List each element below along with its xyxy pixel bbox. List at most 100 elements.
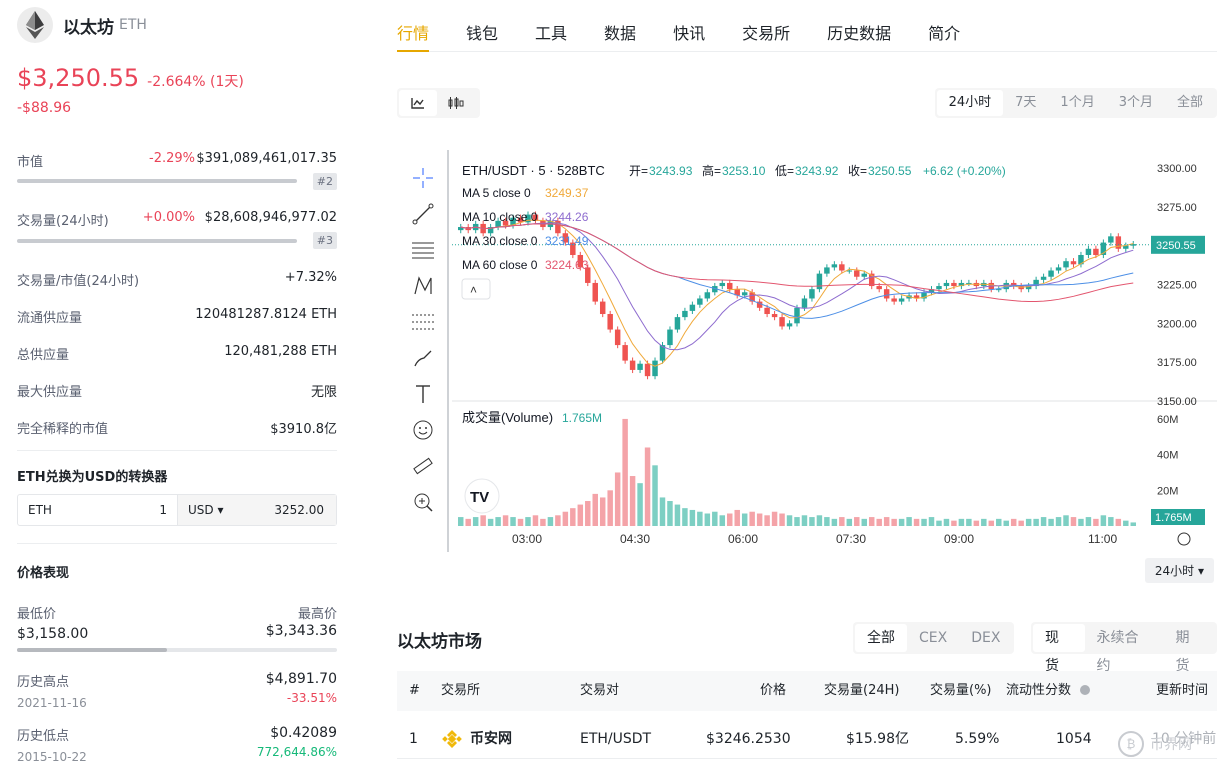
max-supply-value: 无限 [310,385,337,400]
col-volume[interactable]: 交易量(24H) [824,671,899,711]
total-supply-value: 120,481,288 ETH [224,344,337,359]
volume-bar [1130,522,1136,526]
volume-bar [547,517,554,526]
row-volume: $15.98亿 [846,731,909,747]
circ-supply-label: 流通供应量 [17,311,83,326]
performance-period-select[interactable]: 24小时 ▾ [1144,558,1214,583]
period-switch: 24小时 7天 1个月 3个月 全部 [934,88,1217,118]
volume-label: 交易量(24小时) [17,214,109,229]
converter-from[interactable]: ETH 1 [18,495,178,525]
tab-data[interactable]: 数据 [604,0,636,51]
candle [1085,248,1092,255]
volume-bar [749,511,755,526]
settings-icon [1177,532,1191,546]
volume-bar [883,517,890,526]
volume-bar [1048,518,1054,526]
high-label: 最高价 [297,607,337,622]
volume-bar [644,447,651,526]
volume-bar [1018,520,1024,526]
ohlc-value: 3243.93 [649,164,693,178]
ohlc-value: 3243.92 [795,164,839,178]
divider [17,543,337,544]
volume-bar [831,518,838,526]
tab-tools[interactable]: 工具 [535,0,567,51]
tab-exchanges[interactable]: 交易所 [742,0,790,51]
candle [1055,267,1062,271]
filter-dex[interactable]: DEX [959,624,1012,652]
converter: ETH 1 USD ▾ 3252.00 [17,494,337,526]
candle [1108,236,1114,243]
volume-pct: +0.00% [142,210,195,225]
candle [637,363,643,370]
circ-supply-value: 120481287.8124 ETH [195,307,337,322]
atl-pct: 772,644.86% [256,745,337,759]
col-liquidity[interactable]: 流动性分数 [1006,671,1071,711]
period-3m[interactable]: 3个月 [1107,90,1165,116]
tab-market[interactable]: 行情 [397,0,430,52]
volume-bar [981,518,987,526]
filter-all[interactable]: 全部 [855,624,907,652]
candle [629,360,636,370]
period-7d[interactable]: 7天 [1003,90,1048,116]
row-vol-pct: 5.59% [955,731,1000,747]
tab-intro[interactable]: 简介 [928,0,960,51]
tab-wallet[interactable]: 钱包 [466,0,498,51]
candlestick-chart-icon[interactable] [437,90,475,116]
col-price[interactable]: 价格 [760,671,786,711]
period-all[interactable]: 全部 [1165,90,1215,116]
candle [876,286,882,290]
volume-bar [472,517,479,526]
tab-news[interactable]: 快讯 [673,0,705,51]
candle [697,298,703,305]
volume-value: 1.765M [562,411,602,425]
converter-to-currency-select[interactable]: USD ▾ [188,503,223,517]
row-exchange[interactable]: 币安网 [470,719,512,759]
volume-bar [652,465,658,526]
volume-bar [1063,515,1069,526]
ma-legend-name: MA 30 close 0 [462,234,538,248]
volume-bar [868,517,875,526]
candlestick-chart-svg[interactable]: 3300.003275.003250.003225.003200.003175.… [397,150,1217,560]
volume-bar [1123,520,1129,526]
volume-bar [712,511,718,526]
converter-from-amount[interactable]: 1 [159,503,167,517]
table-row[interactable]: 1 币安网 ETH/USDT $3246.2530 $15.98亿 5.59% … [397,719,1217,759]
volume-bar [607,490,613,526]
type-futures[interactable]: 期货 [1164,624,1216,674]
volume-bar [913,518,920,526]
market-cap-bar [17,179,297,183]
converter-title: ETH兑换为USD的转换器 [17,470,168,485]
volume-bar [1033,518,1039,526]
period-24h[interactable]: 24小时 [936,90,1004,116]
volume-label: 成交量(Volume) [462,410,553,425]
col-volume-pct[interactable]: 交易量(%) [930,671,992,711]
x-tick-label: 09:00 [944,532,974,546]
candle [824,267,830,274]
volume-bar [786,515,793,526]
price-range-fill [17,648,168,652]
candle [644,363,651,377]
candle [839,264,845,271]
type-spot[interactable]: 现货 [1033,624,1085,674]
volume-bar [1115,518,1122,526]
converter-to[interactable]: USD ▾ 3252.00 [178,495,336,525]
candle [831,264,838,268]
ohlc-value: 3250.55 [868,164,912,178]
candle [801,298,808,308]
volume-bar [480,515,486,526]
filter-cex[interactable]: CEX [907,624,959,652]
ohlc-value: 高= [702,163,721,178]
market-type: 现货 永续合约 期货 [1031,622,1217,674]
line-chart-icon[interactable] [399,90,437,116]
period-1m[interactable]: 1个月 [1048,90,1106,116]
volume-bar [1093,518,1099,526]
tab-history[interactable]: 历史数据 [827,0,891,51]
candle [779,317,785,327]
total-supply-label: 总供应量 [17,348,70,363]
market-cap-row: 市值 -2.29% $391,089,461,017.35 #2 [17,151,337,191]
info-icon[interactable] [1080,685,1090,695]
volume-bar [637,483,643,526]
ohlc-value: 3253.10 [722,164,766,178]
volume-bar [861,518,867,526]
type-perpetual[interactable]: 永续合约 [1085,624,1164,674]
